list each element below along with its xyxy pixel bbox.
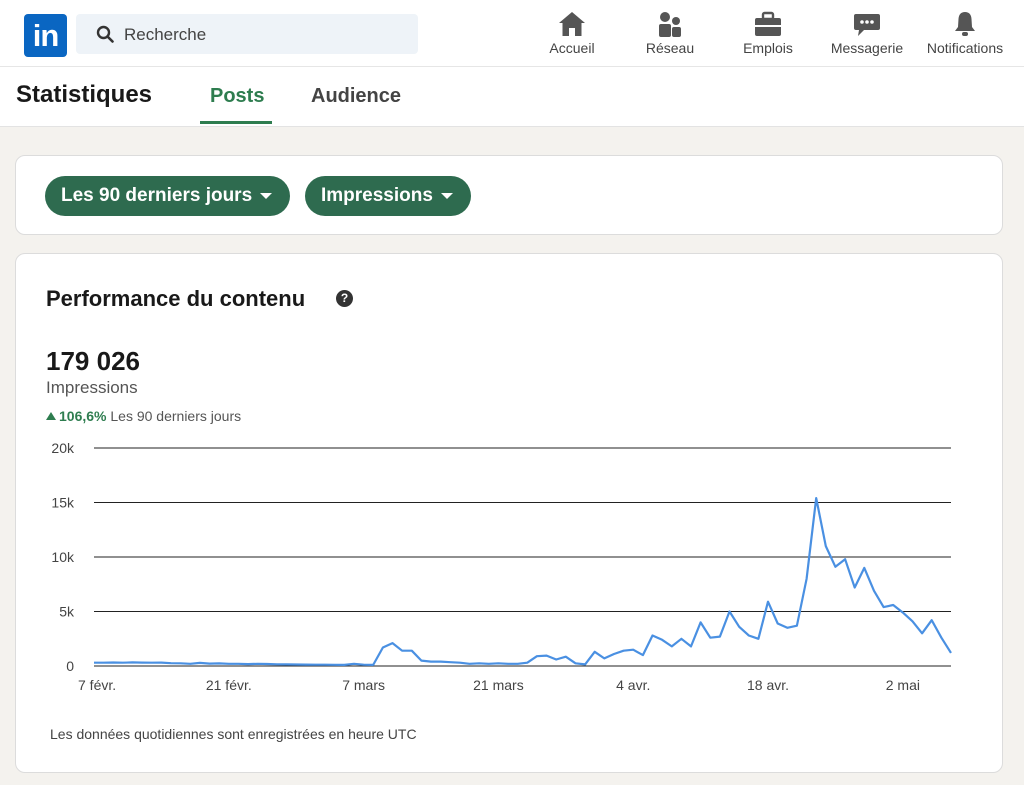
x-tick-label: 7 mars — [342, 677, 385, 693]
nav-item-notifications[interactable]: Notifications — [918, 10, 1012, 60]
top-nav: in Recherche Accueil Réseau Emplois Mess… — [0, 0, 1024, 67]
y-tick-label: 5k — [59, 604, 75, 620]
nav-item-label: Emplois — [743, 40, 793, 56]
period-dropdown[interactable]: Les 90 derniers jours — [45, 176, 291, 216]
metric-dropdown[interactable]: Impressions — [305, 176, 471, 216]
change-period: Les 90 derniers jours — [110, 408, 242, 424]
network-icon — [659, 12, 681, 37]
nav-item-label: Accueil — [549, 40, 595, 56]
x-tick-label: 4 avr. — [616, 677, 650, 693]
y-tick-label: 10k — [51, 549, 75, 565]
nav-item-label: Réseau — [645, 40, 695, 56]
caret-down-icon — [440, 193, 453, 199]
x-tick-label: 2 mai — [886, 677, 920, 693]
chart-footnote: Les données quotidiennes sont enregistré… — [50, 726, 417, 742]
active-tab-indicator — [200, 121, 272, 124]
performance-card: Performance du contenu ? 179 026 Impress… — [15, 253, 1003, 773]
briefcase-icon — [755, 11, 781, 36]
help-icon[interactable]: ? — [336, 290, 353, 307]
search-input[interactable]: Recherche — [76, 14, 418, 54]
nav-item-label: Notifications — [926, 40, 1004, 56]
y-tick-label: 0 — [66, 658, 74, 674]
y-tick-label: 15k — [51, 495, 75, 511]
trend-up-icon — [46, 412, 56, 420]
filters-card: Les 90 derniers jours Impressions — [15, 155, 1003, 235]
nav-item-label: Messagerie — [830, 40, 904, 56]
x-tick-label: 21 mars — [473, 677, 524, 693]
page-header: Statistiques Posts Audience — [0, 67, 1024, 127]
metric-dropdown-label: Impressions — [321, 185, 433, 206]
performance-title: Performance du contenu — [46, 286, 306, 311]
x-tick-label: 18 avr. — [747, 677, 789, 693]
search-icon — [96, 25, 114, 43]
messaging-icon — [854, 14, 880, 36]
impressions-total: 179 026 — [46, 346, 140, 376]
impressions-label: Impressions — [46, 378, 138, 397]
nav-item-home[interactable]: Accueil — [542, 10, 602, 60]
tab-posts[interactable]: Posts — [210, 85, 264, 108]
change-percent: 106,6% — [59, 408, 107, 424]
x-tick-label: 7 févr. — [78, 677, 116, 693]
x-tick-label: 21 févr. — [206, 677, 252, 693]
search-placeholder: Recherche — [124, 25, 207, 44]
bell-icon — [955, 12, 975, 36]
impressions-line-chart: 0 5k 10k 15k 20k 7 févr. 21 févr. 7 mars 21 mars… — [51, 440, 952, 693]
home-icon — [559, 12, 585, 36]
page-title: Statistiques — [16, 81, 153, 108]
impressions-series-line — [94, 496, 952, 666]
y-tick-label: 20k — [51, 440, 75, 456]
nav-item-jobs[interactable]: Emplois — [738, 10, 798, 60]
caret-down-icon — [260, 193, 273, 199]
nav-item-messaging[interactable]: Messagerie — [826, 10, 908, 60]
nav-item-network[interactable]: Réseau — [640, 10, 700, 60]
linkedin-logo-icon[interactable]: in — [24, 14, 67, 57]
period-dropdown-label: Les 90 derniers jours — [61, 185, 253, 206]
impressions-change: 106,6% Les 90 derniers jours — [46, 408, 241, 424]
tab-audience[interactable]: Audience — [311, 85, 401, 108]
